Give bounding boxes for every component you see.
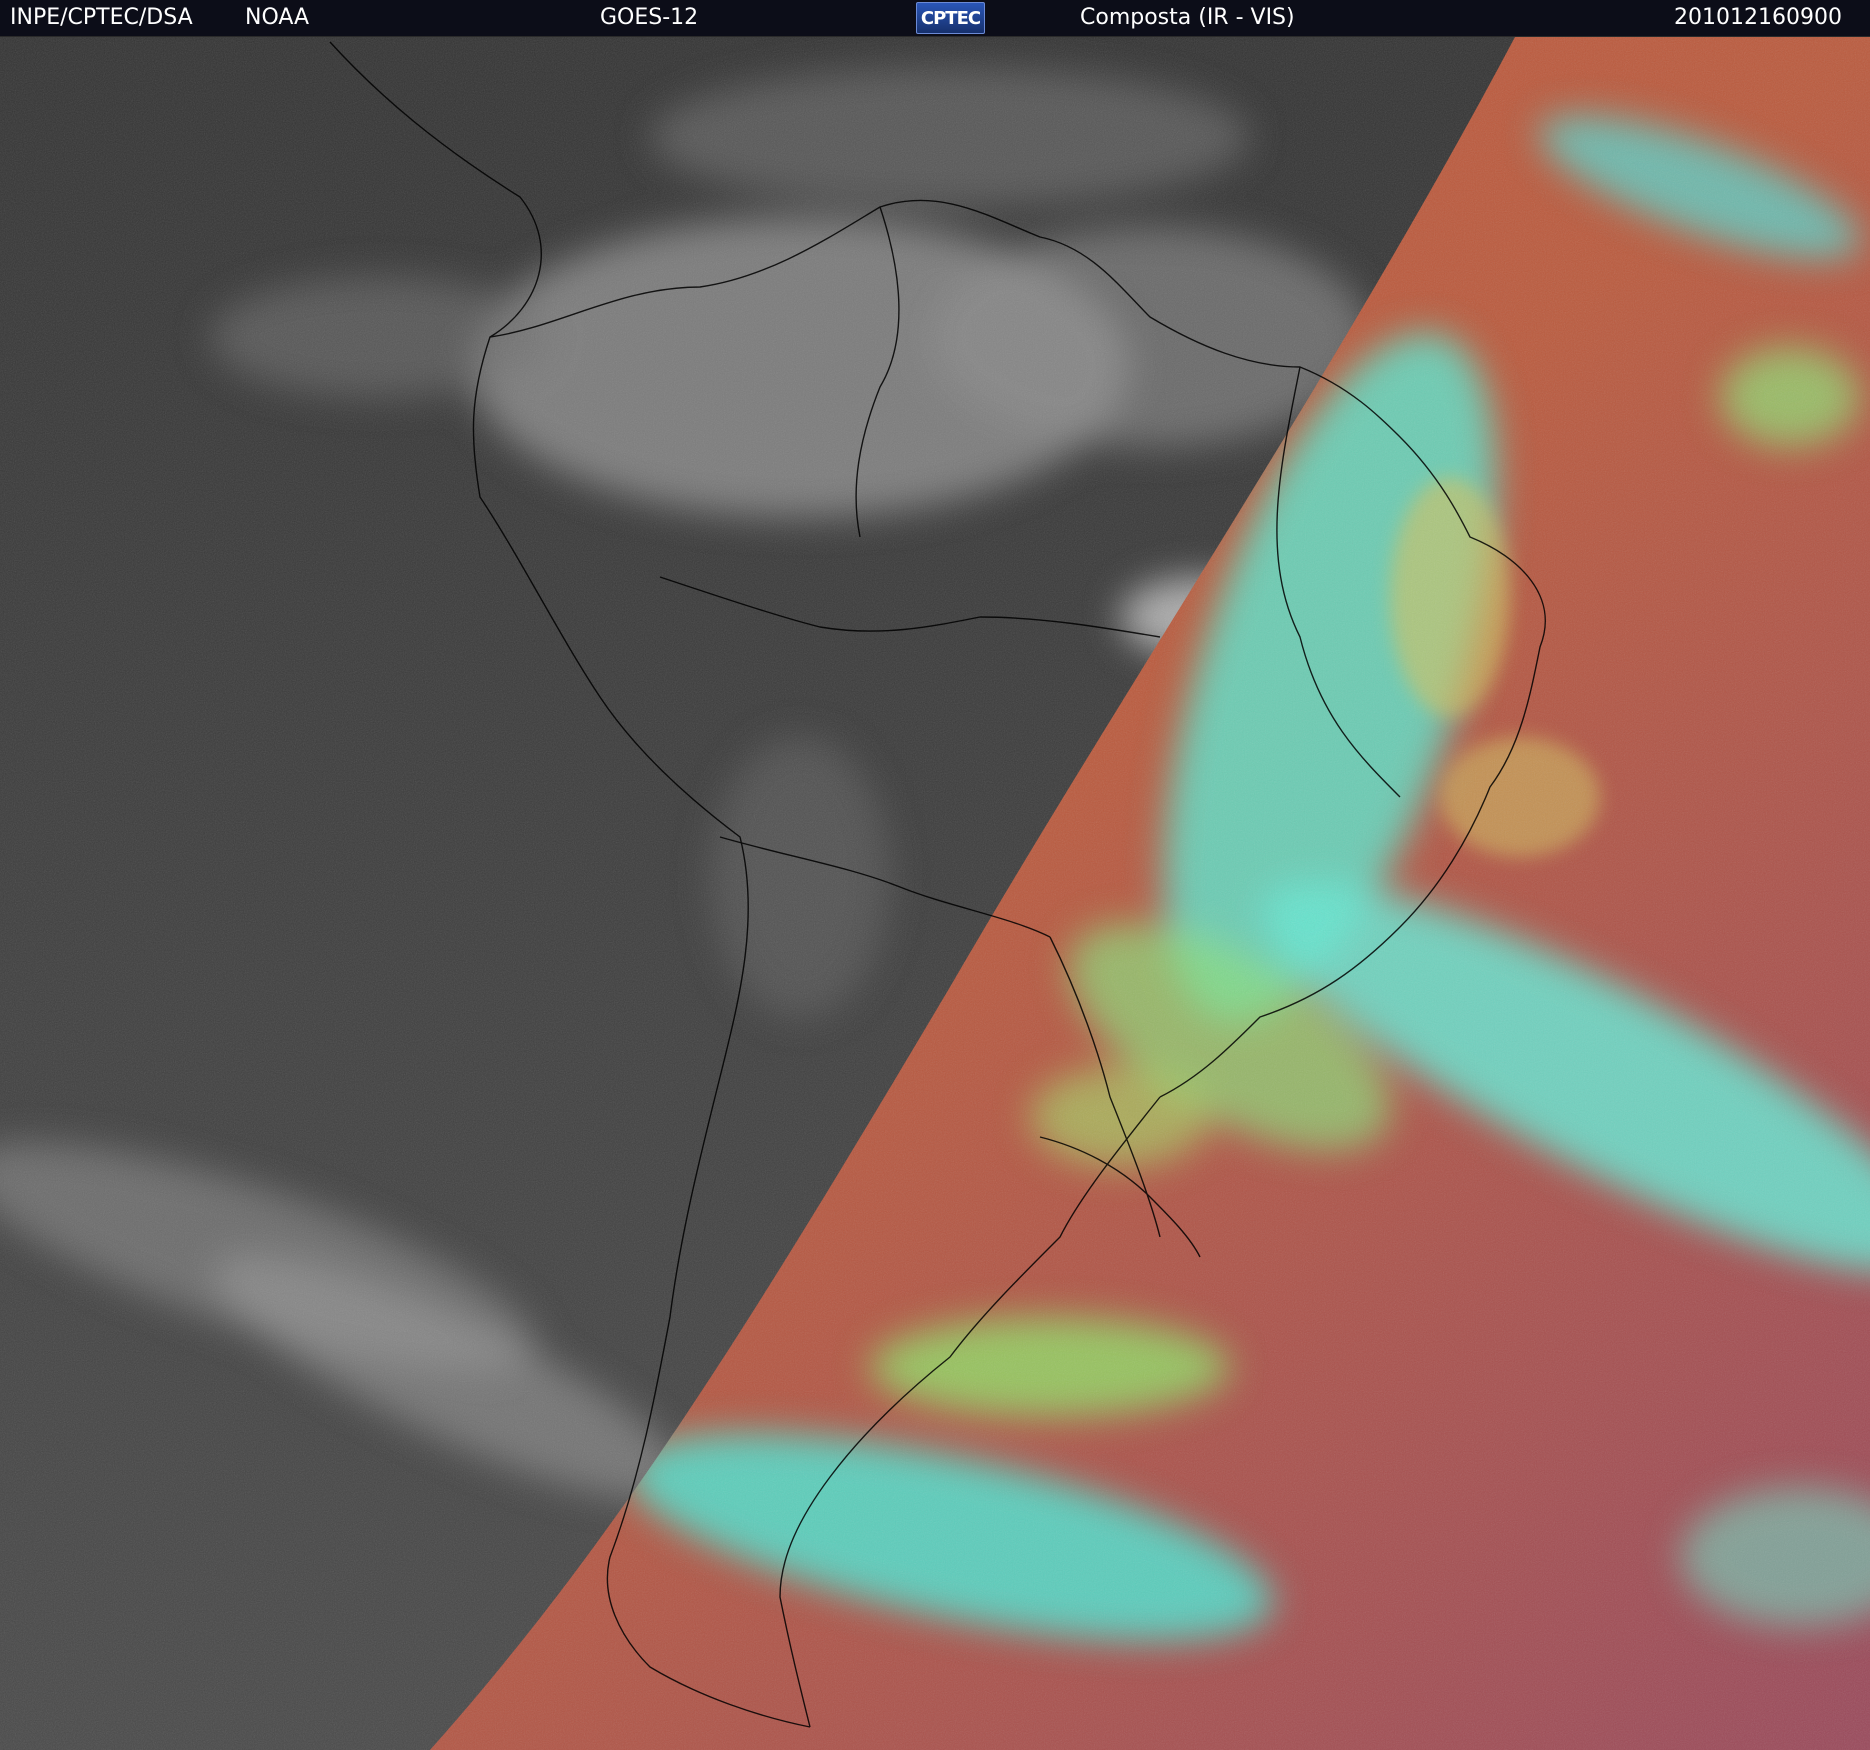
agency-label: NOAA xyxy=(245,5,310,30)
image-grain xyxy=(0,37,1870,1750)
logo-text: CPTEC xyxy=(920,7,981,29)
cptec-logo-icon: CPTEC xyxy=(916,2,985,34)
organization-label: INPE/CPTEC/DSA xyxy=(10,5,193,30)
timestamp-label: 201012160900 xyxy=(1674,5,1842,30)
product-label: Composta (IR - VIS) xyxy=(1080,5,1295,30)
image-header: INPE/CPTEC/DSA NOAA GOES-12 CPTEC Compos… xyxy=(0,0,1870,37)
satellite-composite xyxy=(0,37,1870,1750)
satellite-image xyxy=(0,37,1870,1750)
satellite-label: GOES-12 xyxy=(600,5,699,30)
